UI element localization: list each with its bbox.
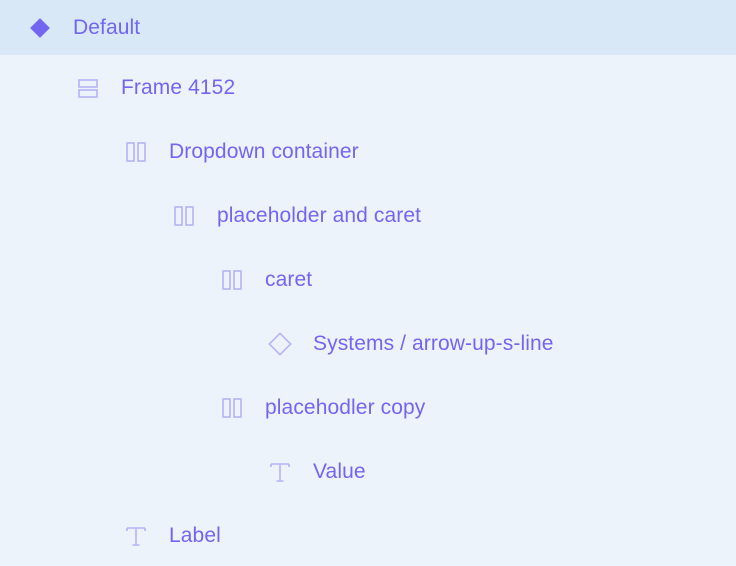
- horizontal-stack-icon: [171, 203, 197, 229]
- layer-row-value[interactable]: Value: [0, 445, 736, 499]
- layer-row-label[interactable]: Label: [0, 509, 736, 563]
- vertical-stack-icon: [75, 75, 101, 101]
- layer-label: caret: [265, 268, 313, 291]
- layer-row-systems-arrow-up-s-line[interactable]: Systems / arrow-up-s-line: [0, 317, 736, 371]
- layer-label: Dropdown container: [169, 140, 359, 163]
- horizontal-stack-icon: [219, 395, 245, 421]
- layers-panel: Default Frame 4152 Dropdown container pl…: [0, 0, 736, 566]
- horizontal-stack-icon: [123, 139, 149, 165]
- layer-label: placeholder and caret: [217, 204, 422, 227]
- text-icon: [267, 459, 293, 485]
- component-icon: [27, 15, 53, 41]
- layer-label: placehodler copy: [265, 396, 426, 419]
- layer-row-placehodler-copy[interactable]: placehodler copy: [0, 381, 736, 435]
- layer-row-frame-4152[interactable]: Frame 4152: [0, 61, 736, 115]
- layer-label: Systems / arrow-up-s-line: [313, 332, 554, 355]
- layer-row-placeholder-and-caret[interactable]: placeholder and caret: [0, 189, 736, 243]
- layer-label: Value: [313, 460, 366, 483]
- layer-row-dropdown-container[interactable]: Dropdown container: [0, 125, 736, 179]
- layer-row-default[interactable]: Default: [0, 0, 736, 55]
- layer-row-caret[interactable]: caret: [0, 253, 736, 307]
- layer-label: Frame 4152: [121, 76, 236, 99]
- layer-label: Default: [73, 15, 141, 39]
- horizontal-stack-icon: [219, 267, 245, 293]
- layer-label: Label: [169, 524, 221, 547]
- instance-icon: [267, 331, 293, 357]
- text-icon: [123, 523, 149, 549]
